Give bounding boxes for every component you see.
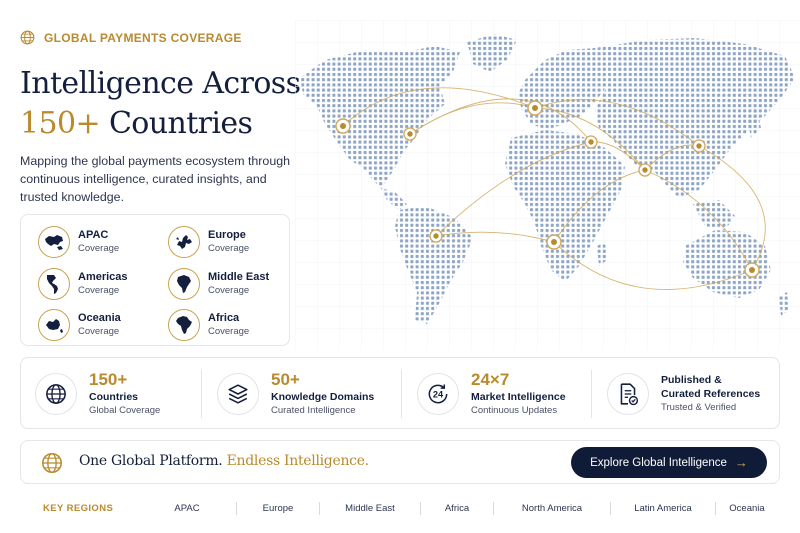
middle-east-map-icon [168, 268, 200, 300]
banner-text-primary: One Global Platform. [79, 453, 223, 469]
world-map [295, 20, 800, 350]
hub-marker [429, 229, 443, 243]
hub-marker [692, 139, 706, 153]
globe-icon [20, 30, 35, 45]
stat-value: 24×7 [471, 370, 510, 389]
region-link-oceania[interactable]: Oceania [716, 503, 778, 514]
explore-global-intelligence-button[interactable]: Explore Global Intelligence → [571, 447, 767, 478]
hub-marker [584, 135, 598, 149]
layers-icon [217, 373, 259, 415]
document-check-icon [607, 373, 649, 415]
globe-icon [35, 373, 77, 415]
stat-published-references: Published & Curated References Trusted &… [607, 358, 760, 430]
coverage-item-middle-east[interactable]: Middle East Coverage [168, 268, 269, 300]
hub-marker [546, 234, 562, 250]
region-link-north-america[interactable]: North America [494, 503, 610, 514]
coverage-name: Oceania [78, 312, 121, 324]
coverage-sub: Coverage [208, 326, 250, 337]
region-link-apac[interactable]: APAC [138, 503, 236, 514]
hub-marker [744, 262, 760, 278]
coverage-sub: Coverage [208, 243, 250, 254]
stat-value: 50+ [271, 370, 300, 389]
coverage-name: Africa [208, 312, 240, 324]
coverage-sub: Coverage [78, 285, 120, 296]
stat-sub: Trusted & Verified [661, 402, 737, 413]
coverage-name: Americas [78, 271, 128, 283]
coverage-sub: Coverage [208, 285, 250, 296]
stat-countries: 150+ Countries Global Coverage [35, 358, 160, 430]
banner-text-accent: Endless Intelligence. [226, 453, 370, 469]
coverage-item-europe[interactable]: Europe Coverage [168, 226, 249, 258]
globe-icon [41, 452, 63, 474]
region-link-latin-america[interactable]: Latin America [611, 503, 715, 514]
stat-knowledge-domains: 50+ Knowledge Domains Curated Intelligen… [217, 358, 374, 430]
headline-number: 150+ [20, 106, 101, 141]
stat-label-2: Curated References [661, 388, 761, 400]
platform-banner: One Global Platform. Endless Intelligenc… [20, 440, 780, 484]
coverage-name: Europe [208, 229, 246, 241]
stat-label: Market Intelligence [471, 391, 566, 403]
apac-map-icon [38, 226, 70, 258]
coverage-item-apac[interactable]: APAC Coverage [38, 226, 119, 258]
stats-bar: 150+ Countries Global Coverage 50+ Knowl… [20, 357, 780, 429]
coverage-item-oceania[interactable]: Oceania Coverage [38, 309, 121, 341]
hub-marker [403, 127, 417, 141]
arrow-right-icon: → [734, 455, 748, 470]
stat-divider [401, 370, 402, 418]
hub-marker [335, 118, 351, 134]
coverage-sub: Coverage [78, 326, 120, 337]
coverage-name: Middle East [208, 271, 270, 283]
key-regions-bar: KEY REGIONS APAC Europe Middle East Afri… [20, 498, 780, 518]
americas-map-icon [38, 268, 70, 300]
eyebrow: GLOBAL PAYMENTS COVERAGE [20, 30, 242, 45]
stat-market-intelligence: 24 24×7 Market Intelligence Continuous U… [417, 358, 566, 430]
hub-marker [638, 163, 652, 177]
coverage-item-africa[interactable]: Africa Coverage [168, 309, 249, 341]
coverage-card: APAC Coverage Europe Coverage Americas C… [20, 214, 290, 346]
africa-map-icon [168, 309, 200, 341]
coverage-sub: Coverage [78, 243, 120, 254]
hub-marker [527, 100, 543, 116]
headline-line-2: Countries [108, 106, 253, 141]
page-subtitle: Mapping the global payments ecosystem th… [20, 154, 290, 204]
coverage-name: APAC [78, 229, 109, 241]
eyebrow-text: GLOBAL PAYMENTS COVERAGE [44, 30, 242, 45]
stat-label: Countries [89, 391, 139, 403]
europe-map-icon [168, 226, 200, 258]
cta-label: Explore Global Intelligence [590, 456, 727, 469]
stat-label: Published & [661, 374, 722, 386]
stat-divider [591, 370, 592, 418]
clock-24-icon: 24 [417, 373, 459, 415]
banner-text: One Global Platform. Endless Intelligenc… [79, 453, 369, 469]
region-link-europe[interactable]: Europe [237, 503, 319, 514]
region-link-middle-east[interactable]: Middle East [320, 503, 420, 514]
region-link-africa[interactable]: Africa [421, 503, 493, 514]
stat-value: 150+ [89, 370, 128, 389]
svg-text:24: 24 [433, 390, 444, 400]
headline-line-1: Intelligence Across [20, 66, 301, 101]
coverage-item-americas[interactable]: Americas Coverage [38, 268, 128, 300]
stat-sub: Curated Intelligence [271, 405, 356, 416]
stat-label: Knowledge Domains [271, 391, 375, 403]
page-title: Intelligence Across 150+ Countries [20, 64, 301, 144]
oceania-map-icon [38, 309, 70, 341]
stat-divider [201, 370, 202, 418]
stat-sub: Global Coverage [89, 405, 161, 416]
key-regions-label: KEY REGIONS [43, 502, 114, 514]
stat-sub: Continuous Updates [471, 405, 558, 416]
